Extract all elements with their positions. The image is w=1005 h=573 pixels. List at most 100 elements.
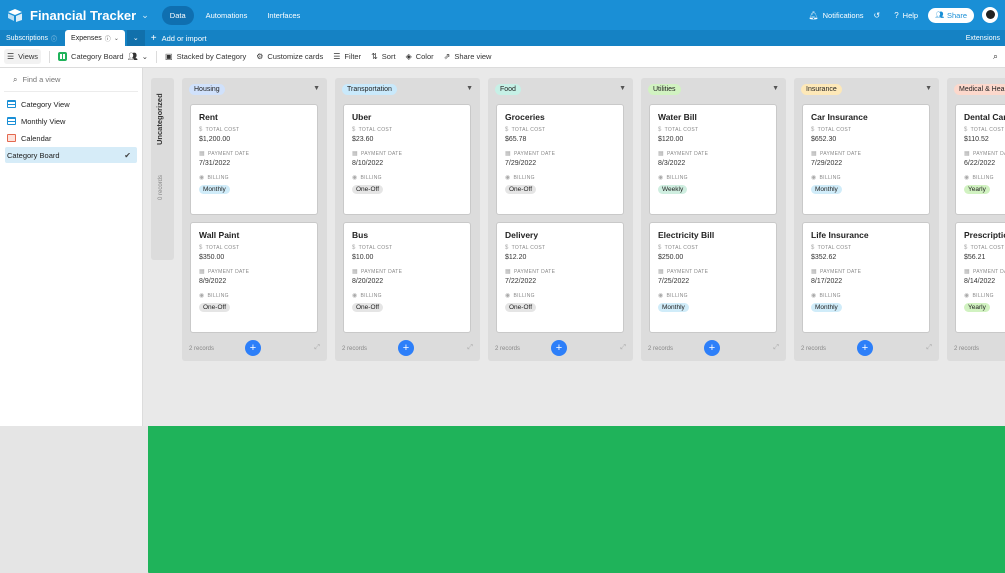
add-record-button[interactable]: + (704, 340, 720, 356)
add-record-button[interactable]: + (857, 340, 873, 356)
record-card[interactable]: Rent $ TOTAL COST $1,200.00 ▦ PAYMENT DATE 7/3… (190, 104, 318, 215)
top-right-actions: 🔔︎ Notifications ↺ ? Help 👥︎ Share (808, 0, 1005, 30)
history-button[interactable]: ↺ (874, 11, 885, 20)
payment-date-value: 7/22/2022 (505, 278, 537, 285)
record-card[interactable]: Car Insurance $ TOTAL COST $652.30 ▦ PAYMENT … (802, 104, 930, 215)
billing-tag: Monthly (199, 185, 230, 194)
nav-data[interactable]: Data (161, 5, 194, 25)
find-view-placeholder: Find a view (22, 75, 61, 84)
chevron-down-icon[interactable]: ⌄ (141, 10, 149, 21)
info-icon: ⓘ (104, 36, 111, 43)
expand-icon[interactable]: ⤢ (926, 344, 932, 352)
calendar-icon: ▦ (964, 269, 970, 275)
base-title[interactable]: Financial Tracker (30, 8, 136, 23)
field-label-billing: ◉ BILLING (964, 292, 1005, 300)
view-toolbar: ☰ Views Category Board 👥︎ ⌄ ▣ Stacked by… (0, 46, 1005, 68)
nav-automations[interactable]: Automations (198, 6, 256, 25)
column-header[interactable]: Transportation ▼ (335, 78, 480, 100)
sidebar-item-monthly-view[interactable]: Monthly View (5, 113, 137, 129)
add-record-button[interactable]: + (398, 340, 414, 356)
currency-icon: $ (811, 127, 815, 133)
notifications-button[interactable]: 🔔︎ Notifications (808, 11, 863, 20)
currency-icon: $ (352, 245, 356, 251)
card-title: Prescriptio (964, 230, 1005, 240)
currency-icon: $ (199, 245, 203, 251)
stacked-by-button[interactable]: ▣ Stacked by Category (165, 52, 246, 61)
find-view-input[interactable]: ⌕ Find a view (4, 68, 138, 92)
field-label-text: BILLING (207, 292, 229, 299)
chevron-down-icon[interactable]: ⌄ (114, 35, 119, 42)
add-or-import-button[interactable]: + Add or import (151, 30, 207, 46)
field-label-total-cost: $ TOTAL COST (352, 245, 462, 251)
expand-icon[interactable]: ⤢ (620, 344, 626, 352)
expand-icon[interactable]: ⤢ (467, 344, 473, 352)
expand-icon[interactable]: ⤢ (314, 344, 320, 352)
customize-cards-button[interactable]: ⚙ Customize cards (256, 52, 323, 61)
current-view-button[interactable]: Category Board 👥︎ ⌄ (58, 52, 148, 61)
sort-button[interactable]: ⇅ Sort (371, 52, 395, 61)
category-pill: Transportation (342, 83, 397, 95)
views-toggle-button[interactable]: ☰ Views (4, 49, 42, 64)
currency-icon: $ (964, 127, 968, 133)
chevron-down-icon[interactable]: ▼ (619, 85, 626, 92)
tab-expenses[interactable]: Expenses ⓘ ⌄ (65, 30, 125, 46)
share-button[interactable]: 👥︎ Share (928, 7, 974, 23)
currency-icon: $ (964, 245, 968, 251)
field-label-payment-date: ▦PAYMENT DATE (964, 268, 1005, 276)
help-button[interactable]: ? Help (894, 11, 918, 20)
sidebar-item-category-view[interactable]: Category View (5, 96, 137, 112)
all-tables-dropdown[interactable]: ⌄ (126, 30, 145, 46)
column-header[interactable]: Housing ▼ (182, 78, 327, 100)
chevron-down-icon[interactable]: ▼ (772, 85, 779, 92)
field-label-billing: ◉ BILLING (199, 292, 309, 300)
chevron-down-icon[interactable]: ▼ (466, 85, 473, 92)
chevron-down-icon[interactable]: ▼ (925, 85, 932, 92)
airtable-logo-icon[interactable] (6, 8, 24, 22)
column-header[interactable]: Food ▼ (488, 78, 633, 100)
record-card[interactable]: Groceries $ TOTAL COST $65.78 ▦ PAYMENT DATE 7… (496, 104, 624, 215)
total-cost-value: $56.21 (964, 254, 986, 261)
record-card[interactable]: Delivery $ TOTAL COST $12.20 ▦ PAYMENT DATE 7/… (496, 222, 624, 333)
tab-subscriptions[interactable]: Subscriptions ⓘ (0, 30, 63, 46)
filter-button[interactable]: ☰ Filter (333, 52, 361, 61)
field-label-payment-date: ▦PAYMENT DATE (199, 268, 309, 276)
add-record-button[interactable]: + (245, 340, 261, 356)
record-card[interactable]: Uber $ TOTAL COST $23.60 ▦ PAYMENT DATE 8/10/2… (343, 104, 471, 215)
record-card[interactable]: Wall Paint $ TOTAL COST $350.00 ▦ PAYMENT DAT… (190, 222, 318, 333)
share-view-label: Share view (454, 52, 492, 61)
single-select-icon: ◉ (964, 175, 970, 181)
search-icon[interactable]: ⌕ (993, 51, 998, 62)
column-header[interactable]: Insurance ▼ (794, 78, 939, 100)
field-label-text: PAYMENT DATE (360, 268, 403, 275)
record-card[interactable]: Dental Care $TOTAL COST $110.52 ▦PAYMENT DA… (955, 104, 1005, 215)
field-label-total-cost: $ TOTAL COST (199, 245, 309, 251)
color-button[interactable]: ◈ Color (406, 52, 434, 61)
field-label-text: TOTAL COST (970, 245, 1005, 251)
add-record-button[interactable]: + (551, 340, 567, 356)
column-header[interactable]: Medical & Hea▼ (947, 78, 1005, 100)
uncategorized-stack[interactable]: Uncategorized 0 records (151, 78, 174, 260)
chevron-down-icon[interactable]: ▼ (313, 85, 320, 92)
expand-icon[interactable]: ⤢ (773, 344, 779, 352)
nav-interfaces[interactable]: Interfaces (259, 6, 308, 25)
table-tab-bar: Subscriptions ⓘ Expenses ⓘ ⌄ ⌄ + Add or … (0, 30, 1005, 46)
sidebar-item-category-board[interactable]: Category Board ✔ (5, 147, 1005, 573)
record-card[interactable]: Life Insurance $ TOTAL COST $352.62 ▦ PAYMENT… (802, 222, 930, 333)
kanban-board: Uncategorized 0 records Housing ▼ Rent $ TOT… (143, 68, 1005, 426)
record-card[interactable]: Electricity Bill $ TOTAL COST $250.00 ▦ PAYME… (649, 222, 777, 333)
single-select-icon: ◉ (352, 175, 358, 181)
avatar[interactable] (982, 7, 998, 23)
extensions-button[interactable]: Extensions (966, 30, 1000, 46)
field-label-text: BILLING (513, 292, 535, 299)
field-label-text: BILLING (360, 292, 382, 299)
column-header[interactable]: Utilities ▼ (641, 78, 786, 100)
board-column: Food ▼ Groceries $ TOTAL COST $65.78 ▦ PAYMENT … (488, 78, 633, 361)
record-card[interactable]: Water Bill $ TOTAL COST $120.00 ▦ PAYMENT DAT… (649, 104, 777, 215)
currency-icon: $ (811, 245, 815, 251)
record-card[interactable]: Bus $ TOTAL COST $10.00 ▦ PAYMENT DATE 8/20/20… (343, 222, 471, 333)
total-cost-value: $1,200.00 (199, 136, 231, 143)
record-card[interactable]: Prescriptio $TOTAL COST $56.21 ▦PAYMENT DAT… (955, 222, 1005, 333)
payment-date-value: 8/3/2022 (658, 160, 686, 167)
share-view-button[interactable]: ⇗ Share view (444, 52, 492, 61)
sidebar-item-calendar[interactable]: Calendar (5, 130, 137, 146)
